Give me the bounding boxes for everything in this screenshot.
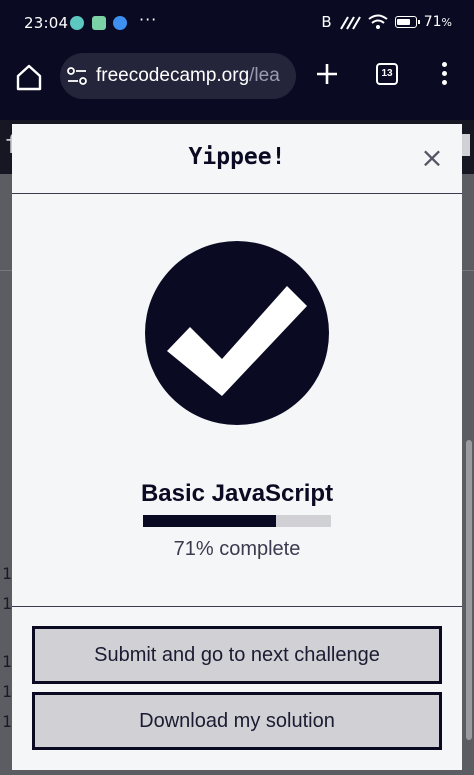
backdrop-line-number: 1 (2, 712, 12, 731)
progress-label: 71% complete (173, 538, 301, 560)
progress-fill (143, 515, 277, 527)
modal-title: Yippee! (188, 144, 286, 170)
status-time: 23:04 (24, 14, 69, 32)
download-solution-button[interactable]: Download my solution (32, 692, 442, 750)
signal-icon (339, 16, 361, 30)
home-icon[interactable] (14, 62, 44, 92)
backdrop-tab (462, 134, 470, 156)
bluetooth-icon: B (321, 13, 332, 31)
url-path: /lea (249, 65, 280, 86)
backdrop-line-number: 1 (2, 652, 12, 671)
url-text[interactable]: freecodecamp.org/lea (96, 65, 290, 87)
more-notifications-icon: ··· (139, 10, 158, 29)
wifi-icon (368, 14, 388, 29)
backdrop-line-number: 1 (2, 594, 12, 613)
bing-notification-icon (113, 16, 127, 30)
tabs-icon[interactable]: 13 (376, 63, 398, 85)
modal-header: Yippee! × (12, 124, 462, 194)
progress-bar (143, 515, 331, 527)
battery-icon (394, 16, 420, 28)
more-vert-icon[interactable] (436, 60, 452, 88)
close-icon[interactable]: × (416, 143, 448, 175)
submit-next-challenge-button[interactable]: Submit and go to next challenge (32, 626, 442, 684)
checkmark-icon (145, 241, 329, 425)
app-notification-icon (70, 16, 84, 30)
backdrop-line-number: 1 (2, 564, 12, 583)
certification-title: Basic JavaScript (140, 480, 334, 507)
battery-percent: 71% (423, 14, 452, 30)
status-right: B 71% (321, 13, 452, 31)
status-bar: 23:04 ··· B 71% (0, 0, 474, 48)
scrollbar[interactable] (466, 440, 472, 740)
tune-icon[interactable] (66, 66, 88, 86)
browser-toolbar: freecodecamp.org/lea 13 (0, 48, 474, 120)
plus-icon[interactable] (313, 60, 341, 88)
card-notification-icon (92, 16, 106, 30)
url-domain: freecodecamp.org (96, 65, 250, 86)
backdrop-line-number: 1 (2, 682, 12, 701)
completion-modal: Yippee! × Basic JavaScript 71% complete … (12, 124, 462, 770)
modal-divider (12, 606, 462, 607)
